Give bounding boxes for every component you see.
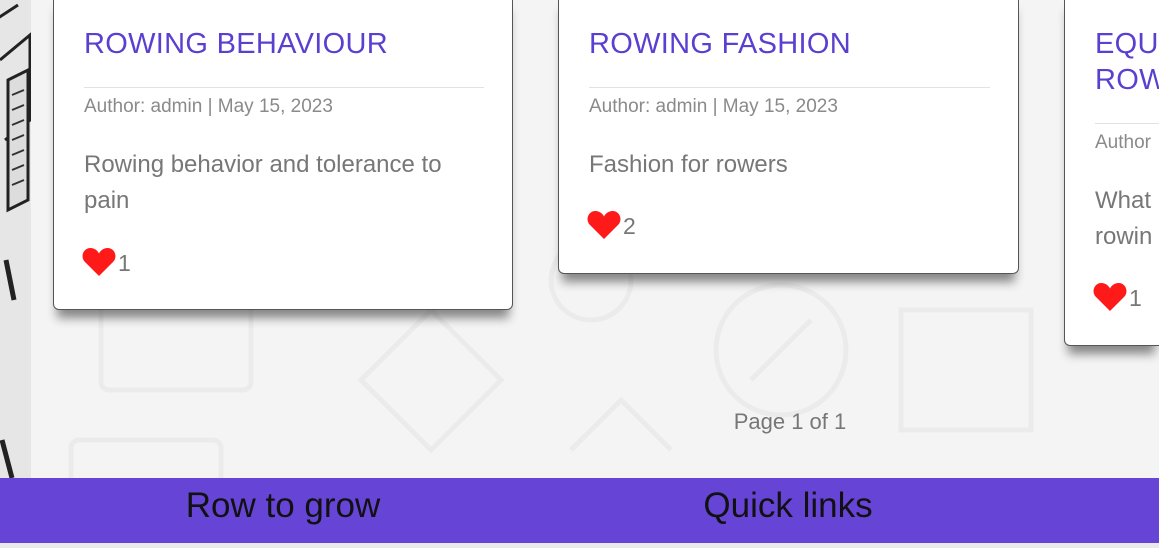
heart-icon bbox=[82, 247, 116, 277]
divider bbox=[84, 87, 484, 88]
post-title-link[interactable]: ROWING FASHION bbox=[589, 26, 994, 62]
post-title-link[interactable]: ROWING BEHAVIOUR bbox=[84, 26, 488, 62]
like-count: 1 bbox=[118, 250, 131, 276]
post-card[interactable]: ROWING FASHION Author: admin | May 15, 2… bbox=[558, 0, 1019, 274]
post-description: Rowing behavior and tolerance to pain bbox=[84, 151, 442, 214]
divider bbox=[1095, 123, 1159, 124]
like-button[interactable]: 2 bbox=[587, 209, 636, 240]
post-title-link[interactable]: EQU ROW bbox=[1095, 26, 1159, 98]
heart-icon bbox=[587, 210, 621, 240]
footer-bottom-edge bbox=[0, 543, 1159, 548]
pagination-label: Page 1 of 1 bbox=[733, 409, 847, 434]
post-card[interactable]: ROWING BEHAVIOUR Author: admin | May 15,… bbox=[53, 0, 513, 310]
keyboard-illustration-icon bbox=[0, 3, 31, 478]
left-decorative-strip bbox=[0, 0, 31, 478]
like-count: 1 bbox=[1129, 285, 1142, 311]
footer-heading-quick-links: Quick links bbox=[703, 486, 873, 525]
post-description: What rowin bbox=[1095, 187, 1153, 250]
post-description: Fashion for rowers bbox=[589, 151, 788, 178]
footer-heading-row-to-grow: Row to grow bbox=[185, 486, 381, 525]
post-meta: Author bbox=[1095, 132, 1151, 153]
post-card[interactable]: EQU ROW Author What rowin 1 bbox=[1064, 0, 1159, 346]
footer: Row to grow Quick links bbox=[0, 478, 1159, 548]
like-button[interactable]: 1 bbox=[82, 246, 131, 277]
post-meta: Author: admin | May 15, 2023 bbox=[84, 96, 333, 117]
like-count: 2 bbox=[623, 213, 636, 239]
post-meta: Author: admin | May 15, 2023 bbox=[589, 96, 838, 117]
heart-icon bbox=[1093, 282, 1127, 312]
like-button[interactable]: 1 bbox=[1093, 281, 1142, 312]
divider bbox=[589, 87, 990, 88]
